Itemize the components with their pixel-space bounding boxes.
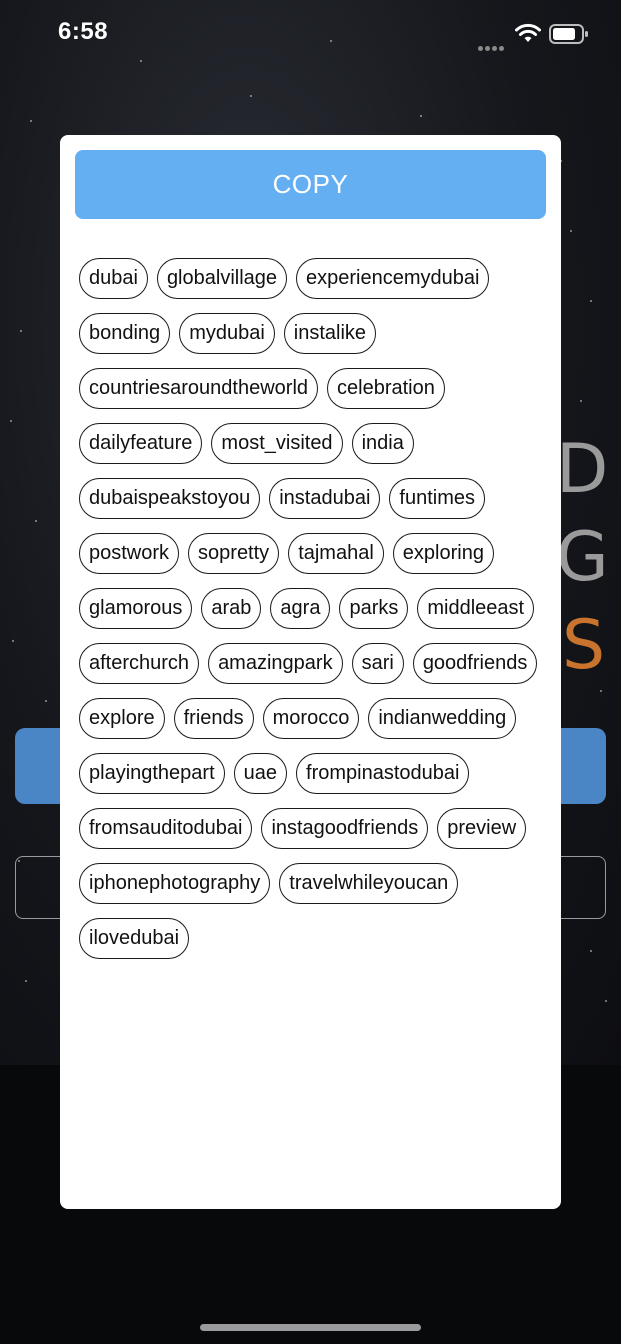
star xyxy=(20,330,22,332)
signal-dots-icon xyxy=(478,38,508,51)
screen: D G S 6:58 COPY dubai globalvillage experi… xyxy=(0,0,621,1344)
hashtag-chip[interactable]: iphonephotography xyxy=(79,863,271,904)
hashtag-chip[interactable]: bonding xyxy=(79,313,171,354)
background-title-letter: D xyxy=(556,430,609,509)
hashtag-chip[interactable]: uae xyxy=(233,753,288,794)
battery-icon xyxy=(549,24,588,44)
star xyxy=(10,420,12,422)
star xyxy=(35,520,37,522)
hashtag-chip[interactable]: countriesaroundtheworld xyxy=(79,368,319,409)
hashtag-chip[interactable]: globalvillage xyxy=(156,258,288,299)
background-title-letter: G xyxy=(556,518,609,597)
star xyxy=(605,1000,607,1002)
hashtag-chip[interactable]: instagoodfriends xyxy=(261,808,429,849)
hashtag-chip[interactable]: sari xyxy=(351,643,404,684)
hashtag-chip[interactable]: middleeast xyxy=(417,588,535,629)
hashtag-chip[interactable]: ilovedubai xyxy=(79,918,190,959)
hashtag-chip[interactable]: arab xyxy=(201,588,262,629)
hashtag-chip[interactable]: goodfriends xyxy=(412,643,538,684)
hashtag-chip[interactable]: fromsauditodubai xyxy=(79,808,253,849)
star xyxy=(45,700,47,702)
star xyxy=(12,640,14,642)
hashtag-chip[interactable]: india xyxy=(351,423,414,464)
hashtag-chip[interactable]: funtimes xyxy=(389,478,486,519)
hashtag-chip[interactable]: indianwedding xyxy=(368,698,517,739)
hashtag-chip[interactable]: afterchurch xyxy=(79,643,200,684)
star xyxy=(30,120,32,122)
hashtag-chip[interactable]: most_visited xyxy=(211,423,343,464)
home-indicator[interactable] xyxy=(200,1324,421,1331)
hashtag-list: dubai globalvillage experiencemydubai bondi… xyxy=(79,258,544,959)
star xyxy=(600,690,602,692)
hashtag-chip[interactable]: glamorous xyxy=(79,588,193,629)
hashtag-chip[interactable]: explore xyxy=(79,698,165,739)
hashtag-chip[interactable]: dubaispeakstoyou xyxy=(79,478,261,519)
copy-button[interactable]: COPY xyxy=(75,150,546,219)
hashtag-chip[interactable]: playingthepart xyxy=(79,753,225,794)
hashtag-chip[interactable]: dailyfeature xyxy=(79,423,203,464)
hashtag-modal: COPY dubai globalvillage experiencemydubai… xyxy=(60,135,561,1209)
status-time: 6:58 xyxy=(58,18,109,45)
hashtag-chip[interactable]: instalike xyxy=(283,313,377,354)
hashtag-chip[interactable]: mydubai xyxy=(179,313,275,354)
star xyxy=(590,300,592,302)
background-title-letter: S xyxy=(562,606,606,685)
wifi-icon xyxy=(515,23,541,42)
hashtag-chip[interactable]: preview xyxy=(437,808,527,849)
hashtag-chip[interactable]: dubai xyxy=(79,258,148,299)
star xyxy=(590,950,592,952)
hashtag-chip[interactable]: amazingpark xyxy=(208,643,343,684)
hashtag-chip[interactable]: exploring xyxy=(392,533,494,574)
status-bar: 6:58 xyxy=(0,0,621,70)
star xyxy=(580,400,582,402)
hashtag-chip[interactable]: postwork xyxy=(79,533,180,574)
hashtag-chip[interactable]: celebration xyxy=(327,368,445,409)
hashtag-chip[interactable]: experiencemydubai xyxy=(296,258,490,299)
hashtag-chip[interactable]: friends xyxy=(173,698,254,739)
star xyxy=(25,980,27,982)
hashtag-chip[interactable]: agra xyxy=(270,588,331,629)
star xyxy=(570,230,572,232)
hashtag-chip[interactable]: instadubai xyxy=(269,478,381,519)
hashtag-chip[interactable]: sopretty xyxy=(188,533,280,574)
hashtag-chip[interactable]: travelwhileyoucan xyxy=(279,863,459,904)
star xyxy=(420,115,422,117)
hashtag-chip[interactable]: parks xyxy=(339,588,409,629)
hashtag-chip[interactable]: tajmahal xyxy=(288,533,384,574)
hashtag-chip[interactable]: frompinastodubai xyxy=(296,753,470,794)
star xyxy=(250,95,252,97)
hashtag-chip[interactable]: morocco xyxy=(262,698,360,739)
